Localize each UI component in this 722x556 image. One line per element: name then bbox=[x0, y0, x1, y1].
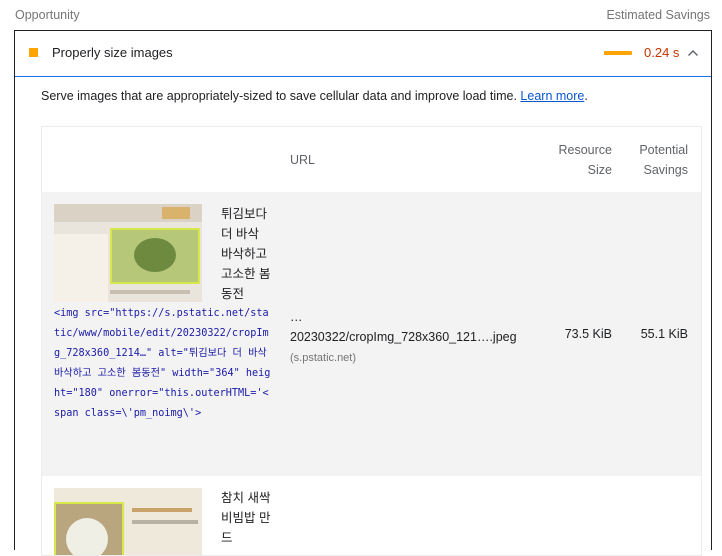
opportunity-header: Opportunity Estimated Savings bbox=[0, 0, 722, 30]
potential-savings-value: 55.1 KiB bbox=[640, 327, 688, 341]
column-header-resource-size: Resource Size bbox=[558, 143, 613, 177]
savings-sparkline-bar bbox=[604, 51, 632, 55]
estimated-savings-label: Estimated Savings bbox=[606, 8, 710, 22]
opportunity-label: Opportunity bbox=[15, 8, 80, 22]
audit-savings-value: 0.24 s bbox=[644, 45, 680, 60]
table-row: 튀김보다 더 바삭 바삭하고 고소한 봄동전 <img src="https:/… bbox=[42, 192, 701, 476]
column-header-url: URL bbox=[290, 153, 316, 167]
learn-more-link[interactable]: Learn more bbox=[520, 89, 584, 103]
column-header-potential-savings: Potential Savings bbox=[639, 143, 688, 177]
audit-header[interactable]: Properly size images 0.24 s bbox=[15, 31, 711, 77]
warning-square-icon bbox=[29, 48, 38, 57]
url-ellipsis: … bbox=[290, 310, 303, 324]
table-row: 참치 새싹 비빔밥 만드 bbox=[42, 476, 701, 555]
image-alt-text: 참치 새싹 비빔밥 만드 bbox=[221, 491, 271, 545]
url-host: (s.pstatic.net) bbox=[290, 352, 357, 364]
resource-size-value: 73.5 KiB bbox=[564, 327, 612, 341]
image-thumbnail bbox=[54, 204, 202, 302]
audit-properly-size-images: Properly size images 0.24 s Serve images… bbox=[14, 30, 712, 556]
audit-title: Properly size images bbox=[52, 45, 173, 60]
details-table: URL Resource Size Potential Savings 튀김보다… bbox=[41, 126, 702, 556]
chevron-up-icon[interactable] bbox=[686, 46, 700, 60]
image-alt-text: 튀김보다 더 바삭 바삭하고 고소한 봄동전 bbox=[221, 207, 271, 301]
element-snippet[interactable]: <img src="https://s.pstatic.net/static/w… bbox=[54, 304, 274, 424]
audit-description: Serve images that are appropriately-size… bbox=[41, 89, 588, 103]
image-thumbnail bbox=[54, 488, 202, 555]
url-text[interactable]: 20230322/cropImg_728x360_121….jpeg bbox=[290, 330, 517, 344]
url-cell: … 20230322/cropImg_728x360_121….jpeg (s.… bbox=[290, 307, 540, 368]
